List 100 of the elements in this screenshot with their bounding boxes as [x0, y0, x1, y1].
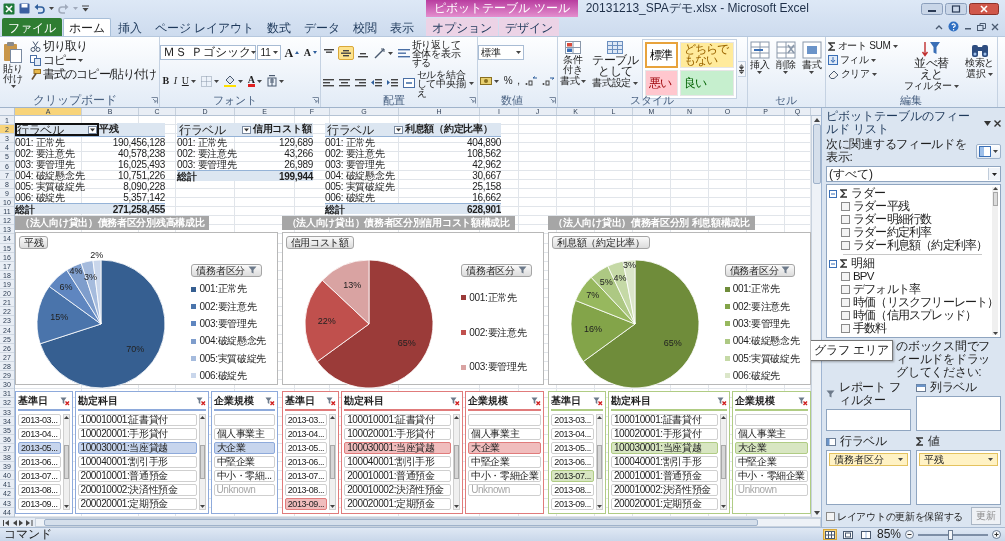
maximize-icon[interactable]	[945, 2, 967, 15]
copy-button[interactable]: コピー	[28, 53, 159, 67]
currency-button[interactable]	[477, 74, 501, 88]
cell-style[interactable]: どちらでもない	[679, 42, 734, 68]
cells-button[interactable]: 書式	[799, 39, 824, 76]
slicer-item[interactable]: 200010001:普通預金	[610, 470, 718, 483]
slicer-item[interactable]: 100020001:手形貸付	[610, 428, 718, 441]
slicer-item[interactable]: 2013-04...	[551, 428, 594, 441]
legend-field-button[interactable]: 債務者区分	[724, 263, 796, 277]
scrollbar[interactable]	[453, 414, 461, 511]
checkbox[interactable]	[841, 215, 850, 224]
scroll-up-arrow-icon[interactable]	[992, 187, 998, 190]
scrollbar[interactable]	[992, 187, 998, 335]
ribbon-tab[interactable]: ホーム	[63, 18, 111, 36]
scroll-up-arrow-icon[interactable]	[63, 416, 69, 420]
scrollbar[interactable]	[198, 414, 206, 511]
checkbox[interactable]	[841, 202, 850, 211]
value-field-button[interactable]: 平残	[19, 236, 49, 250]
view-button[interactable]	[822, 529, 837, 540]
scrollbar-thumb[interactable]	[596, 445, 602, 480]
scroll-down-arrow-icon[interactable]	[454, 505, 460, 509]
ribbon-tab[interactable]: デザイン	[499, 18, 560, 36]
slicer-item[interactable]: 2013-08...	[551, 484, 594, 497]
slicer-item[interactable]: 200010001:普通預金	[77, 470, 197, 483]
clear-filter-icon[interactable]	[798, 396, 808, 406]
chart-area[interactable]: 信用コスト額 65% 22% 13% 債務者区分 001:正常先 002:要注意先 003:要管理先	[281, 232, 545, 386]
scrollbar[interactable]	[719, 414, 727, 511]
wrap-text-button[interactable]: 折り返して全体を表示する	[395, 39, 464, 67]
slicer-item[interactable]: 200010001:普通預金	[344, 470, 452, 483]
zoom-out-icon[interactable]	[905, 530, 914, 539]
format-painter-button[interactable]: 書式のコピー/貼り付け	[28, 67, 159, 81]
clear-filter-icon[interactable]	[716, 396, 727, 406]
slicer-item[interactable]: 200020001:定期預金	[77, 498, 197, 511]
fill-color-button[interactable]	[221, 74, 245, 88]
scrollbar[interactable]	[595, 414, 603, 511]
ribbon-tab[interactable]: オプション	[426, 18, 499, 36]
scroll-up-arrow-icon[interactable]	[330, 416, 336, 420]
undo-icon[interactable]	[34, 3, 45, 14]
clear-button[interactable]: クリア	[825, 67, 900, 81]
slicer-item[interactable]: 中堅企業	[213, 456, 275, 469]
scroll-down-arrow-icon[interactable]	[330, 505, 336, 509]
slicer-item[interactable]: 2013-08...	[284, 484, 328, 497]
fill-button[interactable]: フィル	[825, 53, 900, 67]
ribbon-tab[interactable]: 校閲	[347, 18, 384, 36]
ribbon-tab[interactable]: ページ レイアウト	[149, 18, 261, 36]
close-icon[interactable]	[969, 2, 999, 15]
slicer-item[interactable]: 大企業	[734, 442, 808, 455]
close-workbook-icon[interactable]	[991, 22, 999, 31]
field-filter-dropdown[interactable]: (すべて)	[826, 166, 1001, 182]
slicer-item[interactable]: 2013-07...	[551, 470, 594, 483]
slicer-item[interactable]: 個人事業主	[734, 428, 808, 441]
scrollbar-thumb[interactable]	[720, 445, 726, 480]
chart-area[interactable]: 平残 70% 15% 6% 4%3% 2% 債務者区分 001:正常先 002:要注意先 003:要管理先 004:破綻懸念先 005:実質破綻先 006:破綻先	[15, 232, 278, 386]
checkbox[interactable]	[826, 511, 835, 521]
view-button[interactable]	[840, 529, 855, 540]
save-icon[interactable]	[19, 3, 30, 14]
grow-font-button[interactable]: A	[282, 45, 301, 60]
clear-filter-icon[interactable]	[531, 396, 542, 406]
collapse-ribbon-icon[interactable]	[935, 23, 943, 30]
scrollbar-thumb[interactable]	[44, 519, 758, 526]
slicer-item[interactable]: 100010001:証書貸付	[77, 414, 197, 427]
filter-dropdown-icon[interactable]	[242, 125, 251, 134]
collapse-icon[interactable]	[829, 259, 837, 268]
next-sheet-arrow-icon[interactable]	[19, 519, 24, 526]
scroll-down-icon[interactable]	[738, 67, 744, 70]
collapse-icon[interactable]	[829, 189, 837, 198]
field-chip[interactable]: 平残	[919, 453, 998, 466]
restore-workbook-icon[interactable]	[977, 22, 986, 31]
slicer-item[interactable]: 100040001:割引手形	[610, 456, 718, 469]
slicer-item[interactable]: 100020001:手形貸付	[77, 428, 197, 441]
scrollbar[interactable]	[329, 414, 337, 511]
cells-button[interactable]: 削除	[773, 39, 798, 76]
close-icon[interactable]	[994, 119, 1001, 127]
scrollbar-thumb[interactable]	[992, 192, 998, 206]
legend-field-button[interactable]: 債務者区分	[191, 263, 262, 277]
slicer-item[interactable]: 中堅企業	[734, 456, 808, 469]
percent-button[interactable]: %	[501, 74, 515, 88]
scroll-down-arrow-icon[interactable]	[992, 332, 998, 335]
slicer-item[interactable]: 100040001:割引手形	[344, 456, 452, 469]
filter-dropdown-icon[interactable]	[88, 125, 97, 134]
slider-thumb[interactable]	[947, 529, 953, 540]
italic-button[interactable]: I	[171, 74, 179, 88]
dialog-launcher-icon[interactable]	[468, 97, 476, 104]
bold-button[interactable]: B	[160, 74, 171, 88]
shrink-font-button[interactable]: A	[301, 45, 319, 60]
slicer-item[interactable]: 2013-04...	[284, 428, 328, 441]
slicer-item[interactable]: 2013-07...	[18, 470, 61, 483]
layout-button[interactable]	[976, 143, 1001, 159]
slicer-item[interactable]: 100030001:当座貸越	[77, 442, 197, 455]
checkbox[interactable]	[841, 298, 850, 307]
previous-sheet-arrow-icon[interactable]	[12, 519, 17, 526]
slicer-item[interactable]: 200010002:決済性預金	[77, 484, 197, 497]
first-sheet-arrow-icon[interactable]	[3, 519, 10, 526]
slicer-item[interactable]: 2013-06...	[551, 456, 594, 469]
scrollbar[interactable]	[62, 414, 70, 511]
font-name-field[interactable]: ＭＳ Ｐゴシック	[160, 45, 257, 60]
scroll-up-arrow-icon[interactable]	[454, 416, 460, 420]
clear-filter-icon[interactable]	[450, 396, 461, 406]
autosum-button[interactable]: オート SUM	[825, 39, 900, 53]
slicer-item[interactable]: 2013-09...	[551, 498, 594, 511]
